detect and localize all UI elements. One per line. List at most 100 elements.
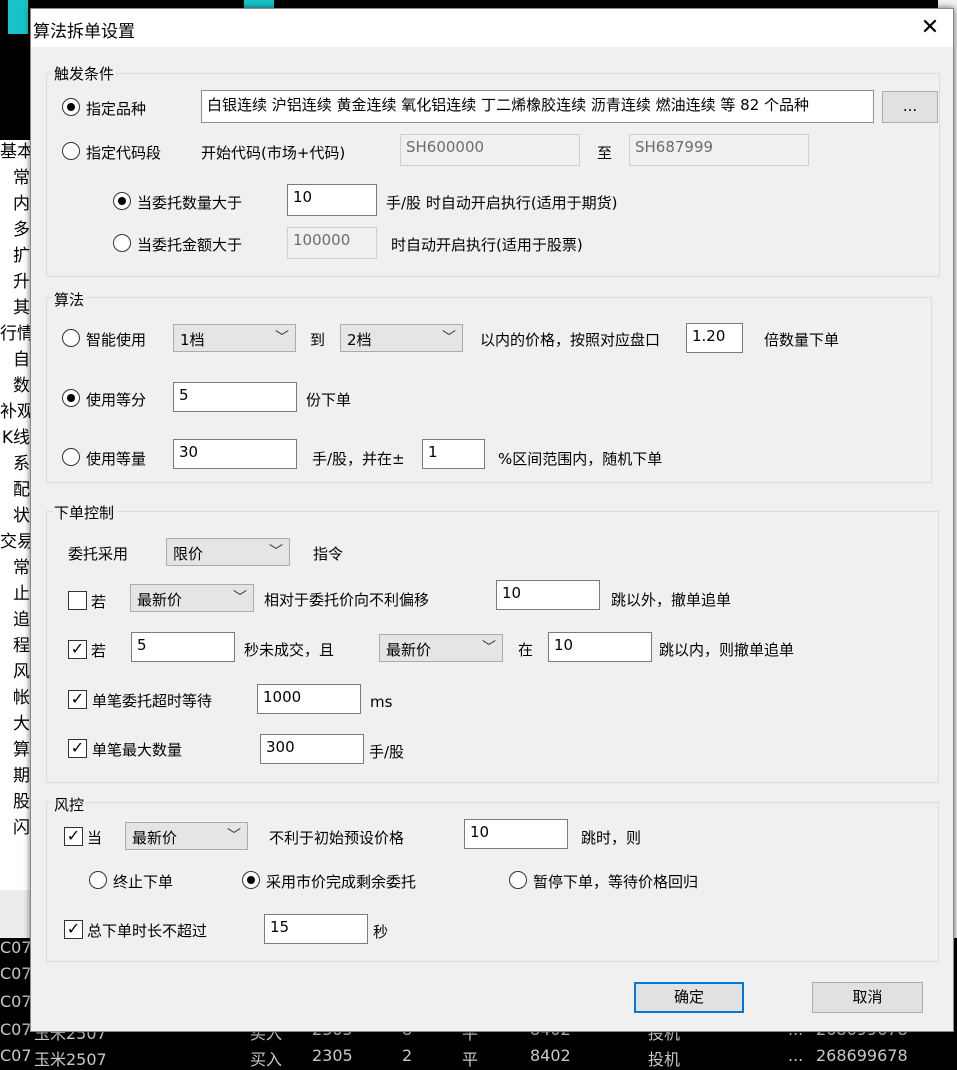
equal-parts-radio[interactable] [62,389,80,407]
multiplier-input[interactable]: 1.20 [686,323,743,353]
amount-threshold-input[interactable]: 100000 [287,227,377,259]
specify-code-range-radio[interactable] [62,142,80,160]
timeout-label[interactable]: 单笔委托超时等待 [92,690,212,711]
start-code-field[interactable]: SH600000 [400,134,580,166]
amount-condition-suffix: 时自动开启执行(适用于股票) [391,236,583,254]
unfilled-checkbox[interactable]: ✓ [68,640,87,659]
market-complete-label[interactable]: 采用市价完成剩余委托 [266,871,416,892]
smart-use-radio[interactable] [62,329,80,347]
unfilled-price-select[interactable]: 最新价 ﹀ [379,634,503,662]
background-settings-tree: 基本 常 内 多 扩 升 其 行情 自 数 补观 K线 系 配 状 交易 常 止… [0,140,30,890]
slippage-suffix: 跳以外，撤单追单 [611,591,732,609]
tree-item[interactable]: 止 [0,584,30,604]
risk-ticks-input[interactable]: 10 [464,819,568,849]
tree-item[interactable]: 大 [0,714,30,734]
market-complete-radio[interactable] [242,871,260,889]
tree-item[interactable]: 常 [0,168,30,188]
tree-item[interactable]: 基本 [0,142,30,162]
risk-price-select[interactable]: 最新价 ﹀ [125,822,248,850]
total-duration-input[interactable]: 15 [264,914,368,944]
dialog-title: 算法拆单设置 [33,22,135,42]
cell-code: C07 [0,1020,32,1039]
tree-item[interactable]: 系 [0,454,30,474]
tree-item[interactable]: 数 [0,376,30,396]
end-code-field[interactable]: SH687999 [629,134,809,166]
tree-item[interactable]: 追 [0,610,30,630]
total-duration-checkbox[interactable]: ✓ [64,920,83,939]
amount-condition-label[interactable]: 当委托金额大于 [137,234,242,255]
pause-order-label[interactable]: 暂停下单，等待价格回归 [533,871,698,892]
qty-threshold-input[interactable]: 10 [287,184,377,216]
tree-item[interactable]: 算 [0,740,30,760]
timeout-input[interactable]: 1000 [257,684,361,714]
smart-use-label[interactable]: 智能使用 [86,329,146,350]
stop-order-label[interactable]: 终止下单 [113,871,173,892]
unfilled-ticks-input[interactable]: 10 [548,632,652,662]
tree-item[interactable]: 状 [0,506,30,526]
tree-item[interactable]: K线 [0,428,30,448]
tree-item[interactable]: 常 [0,558,30,578]
variety-list-field[interactable]: 白银连续 沪铝连续 黄金连续 氧化铝连续 丁二烯橡胶连续 沥青连续 燃油连续 等… [201,90,874,123]
stop-order-radio[interactable] [89,871,107,889]
tree-item[interactable]: 风 [0,662,30,682]
cancel-button[interactable]: 取消 [812,982,923,1013]
from-level-select[interactable]: 1档 ﹀ [173,324,296,352]
unfilled-in-label: 在 [518,641,534,659]
table-row[interactable]: C07 玉米2507 买入 2305 2 平 8402 投机 ... 26869… [0,1046,957,1069]
tree-item[interactable]: 程 [0,636,30,656]
slippage-ticks-input[interactable]: 10 [496,580,600,610]
slippage-checkbox[interactable] [68,591,87,610]
equal-parts-label[interactable]: 使用等分 [86,389,146,410]
equal-qty-label[interactable]: 使用等量 [86,448,146,469]
slippage-price-select[interactable]: 最新价 ﹀ [130,584,254,612]
tree-item[interactable]: 闪 [0,818,30,838]
chevron-down-icon: ﹀ [227,828,241,844]
tree-item[interactable]: 多 [0,220,30,240]
qty-condition-label[interactable]: 当委托数量大于 [137,192,242,213]
chevron-down-icon: ﹀ [269,544,283,560]
pause-order-radio[interactable] [509,871,527,889]
close-icon[interactable]: ✕ [913,11,947,45]
unfilled-if-label[interactable]: 若 [91,640,106,661]
slippage-if-label[interactable]: 若 [91,591,106,612]
max-qty-checkbox[interactable]: ✓ [68,739,87,758]
tree-item[interactable]: 其 [0,298,30,318]
risk-when-label[interactable]: 当 [87,827,102,848]
amount-condition-radio[interactable] [113,234,131,252]
parts-input[interactable]: 5 [173,382,297,412]
total-duration-label[interactable]: 总下单时长不超过 [87,920,207,941]
risk-when-checkbox[interactable]: ✓ [64,827,83,846]
max-qty-input[interactable]: 300 [260,734,364,764]
order-control-group-label: 下单控制 [52,502,117,523]
tree-item[interactable]: 补观 [0,402,30,422]
tree-item[interactable]: 扩 [0,246,30,266]
specify-code-range-label[interactable]: 指定代码段 [86,142,161,163]
unfilled-seconds-input[interactable]: 5 [131,632,235,662]
specify-variety-radio[interactable] [62,98,80,116]
equal-qty-radio[interactable] [62,448,80,466]
equal-qty-mid: 手/股，并在± [312,450,405,468]
order-type-select[interactable]: 限价 ﹀ [166,538,290,566]
max-qty-label[interactable]: 单笔最大数量 [92,739,182,760]
qty-condition-radio[interactable] [113,192,131,210]
tree-item[interactable]: 配 [0,480,30,500]
tree-item[interactable]: 交易 [0,532,30,552]
tree-item[interactable]: 自 [0,350,30,370]
slippage-text: 相对于委托价向不利偏移 [264,591,430,609]
tree-item[interactable]: 股 [0,792,30,812]
ok-button[interactable]: 确定 [634,982,744,1013]
qty-condition-suffix: 手/股 时自动开启执行(适用于期货) [386,194,618,212]
tree-item[interactable]: 行情 [0,324,30,344]
to-level-select[interactable]: 2档 ﹀ [340,324,463,352]
equal-qty-input[interactable]: 30 [173,439,297,469]
timeout-checkbox[interactable]: ✓ [68,690,87,709]
tree-item[interactable]: 帐 [0,688,30,708]
tree-item[interactable]: 期 [0,766,30,786]
tree-item[interactable]: 内 [0,194,30,214]
title-bar[interactable]: 算法拆单设置 ✕ [31,9,953,47]
specify-variety-label[interactable]: 指定品种 [86,98,146,119]
to-level-value: 2档 [347,331,372,349]
browse-varieties-button[interactable]: ... [882,91,938,123]
tree-item[interactable]: 升 [0,272,30,292]
range-percent-input[interactable]: 1 [422,439,485,469]
